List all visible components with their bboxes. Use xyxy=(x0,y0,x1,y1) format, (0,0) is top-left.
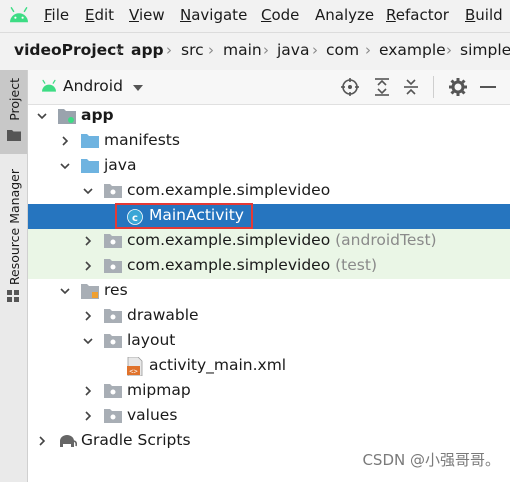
breadcrumb-main[interactable]: main xyxy=(223,41,262,59)
menu-build[interactable]: Build xyxy=(465,6,503,24)
chevron-right-icon[interactable] xyxy=(82,260,94,272)
toolbar-divider xyxy=(433,76,434,98)
folder-icon xyxy=(104,309,122,323)
breadcrumb-separator: › xyxy=(208,41,214,59)
menu-code[interactable]: Code xyxy=(261,6,299,24)
folder-icon xyxy=(81,134,99,148)
watermark: CSDN @小强哥哥。 xyxy=(362,451,500,469)
chevron-right-icon[interactable] xyxy=(59,135,71,147)
tree-item-java[interactable]: java xyxy=(28,154,510,179)
resource-manager-label: Resource Manager xyxy=(7,169,22,286)
tree-item-app[interactable]: app xyxy=(28,104,510,129)
chevron-right-icon[interactable] xyxy=(82,235,94,247)
tree-item-package-test[interactable]: com.example.simplevideo (test) xyxy=(28,254,510,279)
tree-item-activity-main-xml[interactable]: <> activity_main.xml xyxy=(28,354,510,379)
breadcrumb-app[interactable]: app xyxy=(131,41,164,59)
project-tree: app manifests java com.example.simplevid… xyxy=(28,104,510,482)
package-folder-icon xyxy=(104,234,122,248)
project-tool-button[interactable]: Project xyxy=(0,70,27,154)
tree-item-label: layout xyxy=(127,331,176,349)
module-folder-icon xyxy=(58,109,76,124)
project-tool-label: Project xyxy=(7,78,22,121)
settings-gear-icon[interactable] xyxy=(449,78,467,96)
svg-text:<>: <> xyxy=(129,368,137,376)
breadcrumb-separator: › xyxy=(116,41,122,59)
chevron-down-icon[interactable] xyxy=(59,285,71,297)
tree-item-layout[interactable]: layout xyxy=(28,329,510,354)
menu-edit[interactable]: Edit xyxy=(85,6,114,24)
tree-item-manifests[interactable]: manifests xyxy=(28,129,510,154)
chevron-down-icon[interactable] xyxy=(132,84,144,92)
hide-minus-icon[interactable] xyxy=(480,85,496,89)
tree-item-label: com.example.simplevideo xyxy=(127,181,331,199)
android-view-icon xyxy=(42,79,56,92)
breadcrumb-java[interactable]: java xyxy=(277,41,309,59)
breadcrumb-separator: › xyxy=(166,41,172,59)
breadcrumb-separator: › xyxy=(263,41,269,59)
tree-item-label: Gradle Scripts xyxy=(81,431,191,449)
breadcrumb-com[interactable]: com xyxy=(326,41,359,59)
tree-item-label: res xyxy=(104,281,128,299)
tree-item-package-main[interactable]: com.example.simplevideo xyxy=(28,179,510,204)
resource-folder-icon xyxy=(81,284,99,299)
chevron-down-icon[interactable] xyxy=(82,185,94,197)
folder-icon xyxy=(81,159,99,173)
expand-all-icon[interactable] xyxy=(374,78,390,96)
resource-grid-icon xyxy=(7,290,19,302)
tree-item-label: com.example.simplevideo (test) xyxy=(127,256,377,274)
tree-item-label: manifests xyxy=(104,131,180,149)
breadcrumb-example[interactable]: example xyxy=(379,41,446,59)
tree-item-res[interactable]: res xyxy=(28,279,510,304)
chevron-down-icon[interactable] xyxy=(36,110,48,122)
tree-item-label: values xyxy=(127,406,178,424)
tree-item-label: java xyxy=(104,156,137,174)
breadcrumb: videoProject › app › src › main › java ›… xyxy=(0,32,510,71)
folder-icon xyxy=(7,130,21,141)
collapse-all-icon[interactable] xyxy=(403,78,419,96)
breadcrumb-separator: › xyxy=(365,41,371,59)
chevron-down-icon[interactable] xyxy=(82,335,94,347)
tree-item-values[interactable]: values xyxy=(28,404,510,429)
annotation-highlight-box xyxy=(115,203,253,229)
tree-item-mainactivity[interactable]: c MainActivity xyxy=(28,204,510,229)
gradle-elephant-icon xyxy=(60,435,77,447)
menu-navigate[interactable]: Navigate xyxy=(180,6,247,24)
breadcrumb-separator: › xyxy=(312,41,318,59)
chevron-down-icon[interactable] xyxy=(59,160,71,172)
resource-manager-tool-button[interactable]: Resource Manager xyxy=(0,164,27,314)
chevron-right-icon[interactable] xyxy=(82,310,94,322)
chevron-right-icon[interactable] xyxy=(36,435,48,447)
tree-item-drawable[interactable]: drawable xyxy=(28,304,510,329)
chevron-right-icon[interactable] xyxy=(82,385,94,397)
xml-file-icon: <> xyxy=(127,357,143,376)
package-folder-icon xyxy=(104,259,122,273)
android-logo-icon xyxy=(10,7,28,23)
menu-refactor[interactable]: Refactor xyxy=(386,6,449,24)
tree-item-package-androidtest[interactable]: com.example.simplevideo (androidTest) xyxy=(28,229,510,254)
folder-icon xyxy=(104,409,122,423)
chevron-right-icon[interactable] xyxy=(82,410,94,422)
breadcrumb-simplevideo[interactable]: simplev xyxy=(460,41,510,59)
menu-bar: File Edit View Navigate Code Analyze Ref… xyxy=(0,0,510,32)
breadcrumb-src[interactable]: src xyxy=(181,41,204,59)
menu-analyze[interactable]: Analyze xyxy=(315,6,374,24)
locate-icon[interactable] xyxy=(341,78,359,96)
view-selector[interactable]: Android xyxy=(63,77,123,95)
breadcrumb-separator: › xyxy=(446,41,452,59)
package-folder-icon xyxy=(104,184,122,198)
tree-item-label: mipmap xyxy=(127,381,191,399)
folder-icon xyxy=(104,384,122,398)
menu-file[interactable]: File xyxy=(44,6,69,24)
tree-item-label: app xyxy=(81,106,114,124)
folder-icon xyxy=(104,334,122,348)
tree-item-label: com.example.simplevideo (androidTest) xyxy=(127,231,437,249)
tree-item-label: drawable xyxy=(127,306,199,324)
project-panel-toolbar: Android xyxy=(28,70,510,105)
menu-view[interactable]: View xyxy=(129,6,165,24)
tree-item-label: activity_main.xml xyxy=(149,356,287,374)
tree-item-mipmap[interactable]: mipmap xyxy=(28,379,510,404)
breadcrumb-project[interactable]: videoProject xyxy=(14,41,124,59)
